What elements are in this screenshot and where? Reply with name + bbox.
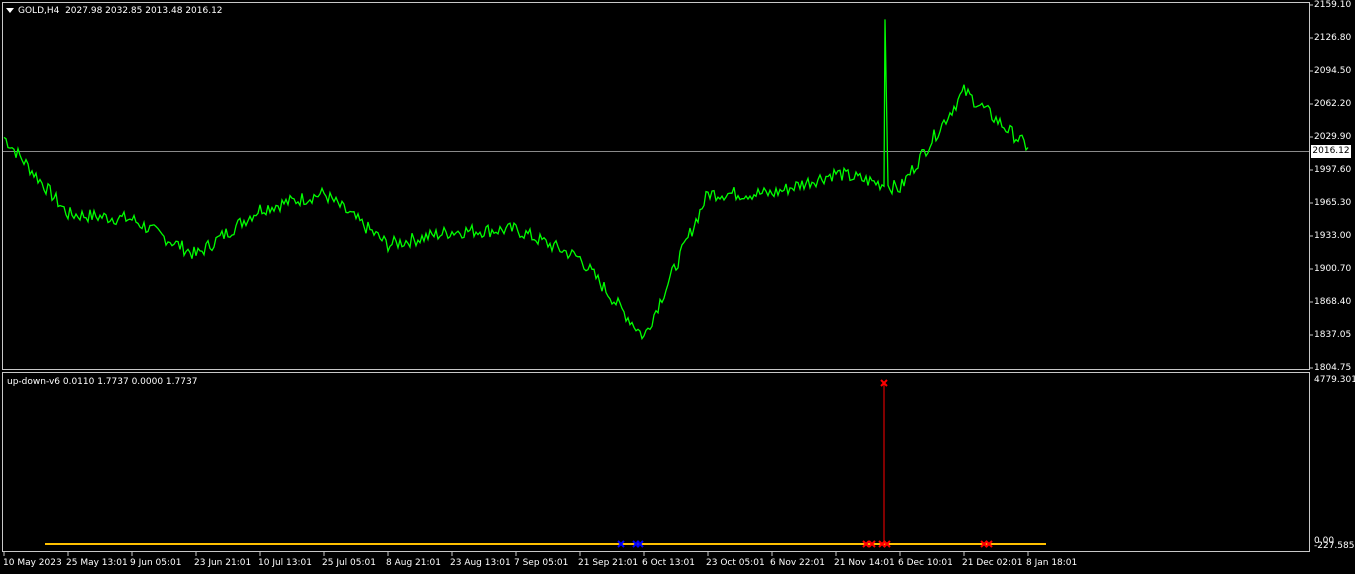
price-tick: 2062.20 — [1314, 99, 1352, 109]
price-tick: 1804.75 — [1314, 363, 1352, 373]
time-tick: 25 Jul 05:01 — [322, 558, 376, 568]
time-tick: 10 May 2023 — [3, 558, 62, 568]
time-tick: 23 Aug 13:01 — [450, 558, 511, 568]
time-tick: 25 May 13:01 — [66, 558, 128, 568]
price-tick: 1868.40 — [1314, 297, 1352, 307]
time-tick: 8 Aug 21:01 — [386, 558, 441, 568]
time-tick: 7 Sep 05:01 — [514, 558, 569, 568]
price-tick: 1933.00 — [1314, 231, 1352, 241]
indicator-tick-bottom: -227.5858 — [1314, 541, 1355, 551]
time-tick: 21 Sep 21:01 — [578, 558, 639, 568]
time-tick: 21 Dec 02:01 — [962, 558, 1023, 568]
price-tick: 2126.80 — [1314, 33, 1352, 43]
time-tick: 9 Jun 05:01 — [130, 558, 182, 568]
indicator-tick-top: 4779.3018 — [1314, 375, 1355, 385]
price-tick: 1965.30 — [1314, 198, 1352, 208]
chart-canvas — [3, 4, 1313, 556]
time-tick: 23 Jun 21:01 — [194, 558, 252, 568]
price-series-line — [3, 19, 1029, 341]
price-tick: 1837.05 — [1314, 330, 1352, 340]
time-tick: 6 Nov 22:01 — [770, 558, 825, 568]
price-tick: 1997.60 — [1314, 165, 1352, 175]
price-tick: 2159.10 — [1314, 0, 1352, 10]
price-tick: 2094.50 — [1314, 66, 1352, 76]
price-tick: 2029.90 — [1314, 132, 1352, 142]
time-tick: 6 Dec 10:01 — [898, 558, 953, 568]
time-tick: 8 Jan 18:01 — [1026, 558, 1078, 568]
time-tick: 6 Oct 13:01 — [642, 558, 695, 568]
time-tick: 21 Nov 14:01 — [834, 558, 895, 568]
price-tick: 1900.70 — [1314, 264, 1352, 274]
current-price-badge: 2016.12 — [1311, 145, 1351, 158]
time-tick: 23 Oct 05:01 — [706, 558, 765, 568]
time-tick: 10 Jul 13:01 — [258, 558, 312, 568]
